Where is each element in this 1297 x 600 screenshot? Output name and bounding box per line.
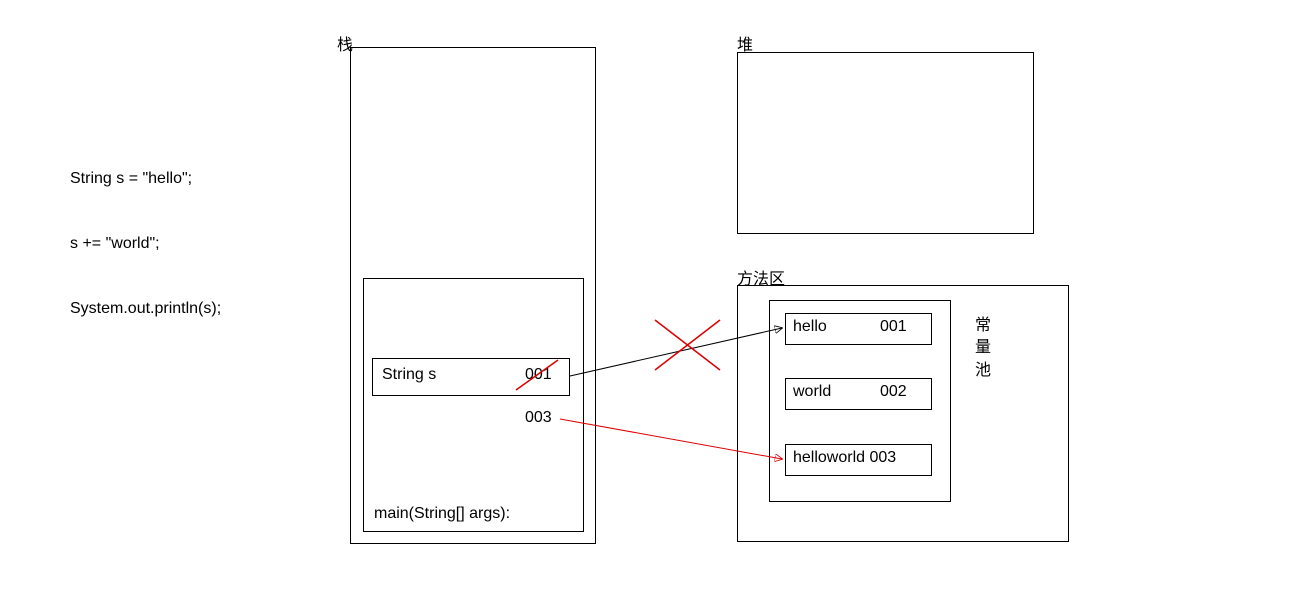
pool-entry-3-text: helloworld 003 (793, 449, 896, 467)
pool-entry-2-text: world (793, 383, 831, 401)
heap-box (737, 52, 1034, 234)
constant-pool-char3: 池 (975, 360, 991, 382)
constant-pool-char2: 量 (975, 337, 991, 359)
code-line-3: System.out.println(s); (70, 300, 221, 318)
constant-pool-char1: 常 (975, 315, 991, 337)
code-line-2: s += "world"; (70, 235, 160, 253)
constant-pool-label: 常 量 池 (975, 315, 991, 382)
pool-entry-2-addr: 002 (880, 383, 907, 401)
stack-frame-box (363, 278, 584, 532)
pool-entry-1-text: hello (793, 318, 827, 336)
pool-entry-1-addr: 001 (880, 318, 907, 336)
stack-var-label: String s (382, 366, 436, 384)
cross-out-icon (655, 320, 720, 370)
code-line-1: String s = "hello"; (70, 170, 192, 188)
stack-var-addr-new: 003 (525, 409, 552, 427)
stack-var-addr-old: 001 (525, 366, 552, 384)
stack-frame-method: main(String[] args): (374, 505, 510, 523)
